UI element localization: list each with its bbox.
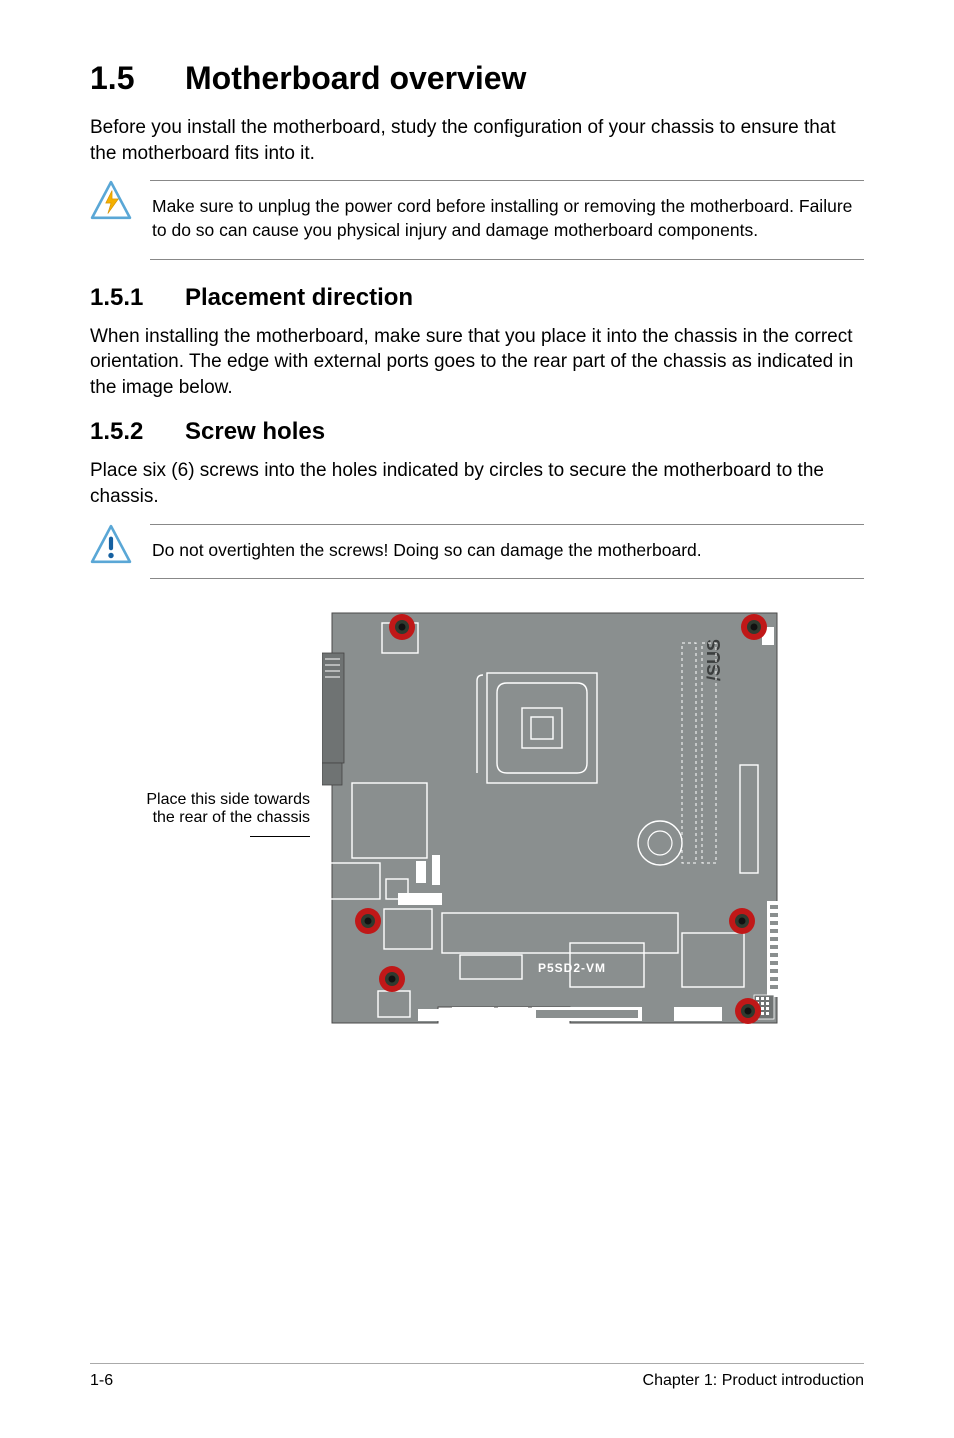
- subsection-2-body: Place six (6) screws into the holes indi…: [90, 458, 864, 509]
- subsection-1-heading: 1.5.1Placement direction: [90, 284, 864, 312]
- section-number: 1.5: [90, 60, 185, 97]
- side-label-line2: the rear of the chassis: [153, 809, 310, 826]
- subsection-2-title: Screw holes: [185, 418, 325, 445]
- subsection-1-title: Placement direction: [185, 284, 413, 311]
- exclamation-caution-icon: [90, 524, 132, 571]
- caution-callout: Do not overtighten the screws! Doing so …: [90, 524, 864, 580]
- leader-line: [250, 836, 310, 837]
- section-intro: Before you install the motherboard, stud…: [90, 115, 864, 166]
- subsection-2-number: 1.5.2: [90, 418, 185, 446]
- subsection-1-number: 1.5.1: [90, 284, 185, 312]
- diagram-side-label: Place this side towards the rear of the …: [90, 791, 310, 845]
- side-label-line1: Place this side towards: [146, 791, 310, 808]
- warning-callout: Make sure to unplug the power cord befor…: [90, 180, 864, 259]
- motherboard-diagram-area: Place this side towards the rear of the …: [90, 603, 864, 1033]
- subsection-2-heading: 1.5.2Screw holes: [90, 418, 864, 446]
- svg-text:/SUS: /SUS: [704, 639, 724, 681]
- footer-chapter: Chapter 1: Product introduction: [643, 1372, 864, 1390]
- motherboard-svg: /SUS: [322, 603, 787, 1033]
- page-footer: 1-6 Chapter 1: Product introduction: [90, 1363, 864, 1390]
- warning-text: Make sure to unplug the power cord befor…: [152, 195, 862, 242]
- subsection-1-body: When installing the motherboard, make su…: [90, 324, 864, 401]
- caution-text: Do not overtighten the screws! Doing so …: [152, 539, 862, 563]
- lightning-warning-icon: [90, 180, 132, 227]
- footer-page-number: 1-6: [90, 1372, 113, 1390]
- section-title-text: Motherboard overview: [185, 60, 526, 96]
- section-heading: 1.5Motherboard overview: [90, 60, 864, 97]
- board-model-label: P5SD2-VM: [538, 961, 606, 975]
